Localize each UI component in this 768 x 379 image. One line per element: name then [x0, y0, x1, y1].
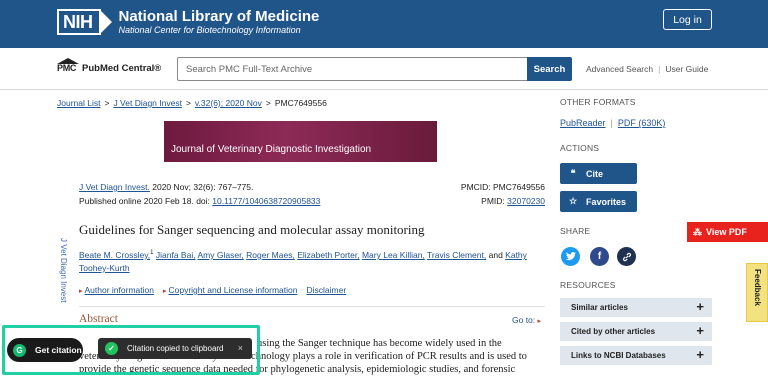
get-citation-button[interactable]: G Get citation: [7, 338, 83, 362]
divider: [79, 306, 545, 307]
copyright-toggle[interactable]: ▸ Copyright and License information: [163, 285, 298, 295]
breadcrumb-journal[interactable]: J Vet Diagn Invest: [113, 98, 182, 108]
pmc-logo-text: PubMed Central®: [82, 62, 162, 74]
share-heading: SHARE: [560, 226, 591, 236]
advanced-search-link[interactable]: Advanced Search: [586, 64, 653, 74]
abstract-heading: Abstract: [79, 313, 118, 325]
citation-line: J Vet Diagn Invest. 2020 Nov; 32(6): 767…: [79, 182, 253, 192]
goto-menu[interactable]: Go to: ▸: [512, 315, 541, 325]
published-line: Published online 2020 Feb 18. doi: 10.11…: [79, 196, 321, 206]
login-button[interactable]: Log in: [663, 9, 712, 30]
author-link[interactable]: Elizabeth Porter,: [297, 250, 359, 260]
quote-icon: ❝: [570, 168, 576, 178]
plus-icon: +: [696, 347, 704, 362]
actions-heading: ACTIONS: [560, 143, 600, 153]
other-formats-heading: OTHER FORMATS: [560, 97, 636, 107]
pmid: PMID: 32070230: [481, 196, 545, 206]
close-icon[interactable]: ×: [238, 343, 243, 353]
view-pdf-button[interactable]: ⁂ View PDF: [687, 222, 768, 242]
copied-toast: ✓ Citation copied to clipboard ×: [98, 338, 252, 359]
doi-link[interactable]: 10.1177/1040638720905833: [212, 196, 320, 206]
star-icon: ☆: [568, 196, 578, 206]
check-icon: ✓: [105, 342, 118, 355]
pmcid: PMCID: PMC7649556: [460, 182, 545, 192]
article-title: Guidelines for Sanger sequencing and mol…: [79, 222, 425, 237]
breadcrumb: Journal List > J Vet Diagn Invest > v.32…: [57, 98, 327, 108]
search-links: Advanced Search | User Guide: [586, 64, 709, 74]
g-logo-icon: G: [13, 343, 26, 357]
format-links: PubReader | PDF (630K): [560, 118, 666, 128]
pdf-link[interactable]: PDF (630K): [618, 118, 666, 128]
breadcrumb-issue[interactable]: v.32(6); 2020 Nov: [195, 98, 262, 108]
author-list: Beate M. Crossley,1 Jianfa Bai, Amy Glas…: [79, 249, 527, 273]
cited-by-item[interactable]: Cited by other articles +: [560, 322, 712, 341]
facebook-icon[interactable]: f: [590, 247, 609, 266]
disclaimer-link[interactable]: Disclaimer: [306, 285, 346, 295]
breadcrumb-journal-list[interactable]: Journal List: [57, 98, 100, 108]
author-link[interactable]: Roger Maes,: [246, 250, 295, 260]
breadcrumb-current: PMC7649556: [274, 98, 327, 108]
expand-triangle-icon: ▸: [162, 288, 167, 295]
journal-link[interactable]: J Vet Diagn Invest.: [79, 182, 150, 192]
author-link[interactable]: Travis Clement,: [427, 250, 486, 260]
author-link[interactable]: Mary Lea Killian,: [362, 250, 425, 260]
search-input[interactable]: Search PMC Full-Text Archive: [177, 57, 527, 81]
cite-button[interactable]: ❝ Cite: [560, 163, 637, 184]
favorites-button[interactable]: ☆ Favorites: [560, 191, 637, 212]
author-link[interactable]: Beate M. Crossley,: [79, 250, 150, 260]
citation-details: 2020 Nov; 32(6): 767–775.: [152, 182, 254, 192]
expand-triangle-icon: ▸: [79, 288, 83, 295]
plus-icon: +: [696, 323, 704, 338]
author-information-toggle[interactable]: ▸ Author information: [79, 285, 154, 295]
nih-header: NIH National Library of Medicine Nationa…: [0, 0, 768, 48]
pmc-building-icon: PMC: [57, 58, 79, 74]
author-link[interactable]: Amy Glaser,: [198, 250, 244, 260]
nih-logo[interactable]: NIH National Library of Medicine Nationa…: [57, 8, 319, 36]
nih-badge: NIH: [57, 9, 111, 35]
pmid-link[interactable]: 32070230: [507, 196, 545, 206]
copy-link-icon[interactable]: [617, 247, 636, 266]
user-guide-link[interactable]: User Guide: [665, 64, 708, 74]
journal-vertical-label: J Vet Diagn Invest: [59, 238, 68, 303]
twitter-icon[interactable]: [561, 247, 580, 266]
article-info-links: ▸ Author information ▸ Copyright and Licen…: [79, 285, 346, 295]
pmc-logo[interactable]: PMC PubMed Central®: [57, 58, 161, 74]
nih-subtitle: National Center for Biotechnology Inform…: [118, 24, 301, 35]
nih-title: National Library of Medicine: [118, 7, 320, 25]
journal-banner[interactable]: Journal of Veterinary Diagnostic Investi…: [164, 121, 437, 162]
author-link[interactable]: Jianfa Bai,: [156, 250, 196, 260]
journal-banner-title: Journal of Veterinary Diagnostic Investi…: [171, 144, 372, 155]
plus-icon: +: [696, 299, 704, 314]
similar-articles-item[interactable]: Similar articles +: [560, 298, 712, 317]
resources-heading: RESOURCES: [560, 280, 616, 290]
goto-triangle-icon: ▸: [537, 318, 542, 325]
molecule-icon: ⁂: [693, 226, 702, 237]
search-button[interactable]: Search: [527, 57, 572, 81]
pubreader-link[interactable]: PubReader: [560, 118, 606, 128]
ncbi-links-item[interactable]: Links to NCBI Databases +: [560, 346, 712, 365]
feedback-tab[interactable]: Feedback: [746, 263, 768, 322]
